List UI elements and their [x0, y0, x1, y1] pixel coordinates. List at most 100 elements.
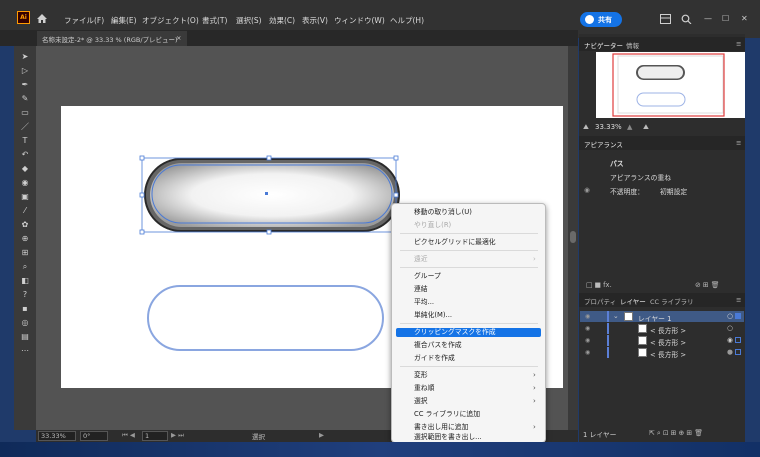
- share-button[interactable]: 共有: [580, 12, 622, 27]
- menu-select[interactable]: 選択(S): [236, 15, 262, 26]
- tab-navigator[interactable]: ナビゲーター: [584, 40, 623, 50]
- status-menu-arrow-icon[interactable]: ▶: [319, 431, 324, 439]
- target-circle-icon[interactable]: ○: [727, 324, 733, 332]
- menu-view[interactable]: 表示(V): [302, 15, 328, 26]
- minimize-button[interactable]: —: [704, 14, 712, 23]
- menu-item-export-selection[interactable]: 選択範囲を書き出し...: [414, 433, 482, 442]
- layer-name[interactable]: < 長方形 >: [650, 337, 686, 347]
- rotation-field[interactable]: 0°: [80, 431, 108, 441]
- visibility-eye-icon[interactable]: ◉: [585, 349, 590, 356]
- visibility-eye-icon[interactable]: ◉: [585, 313, 590, 320]
- menu-item-simplify[interactable]: 単純化(M)...: [414, 311, 452, 320]
- appearance-footer-right-icons[interactable]: ⊘ ⊞ 🗑: [695, 281, 740, 289]
- home-icon[interactable]: [36, 13, 48, 24]
- navigator-view-box[interactable]: [612, 53, 725, 117]
- opacity-visibility-eye-icon[interactable]: ◉: [584, 186, 594, 194]
- fill-stroke-icon[interactable]: ◧: [20, 276, 30, 286]
- target-circle-icon[interactable]: ●: [727, 348, 733, 356]
- menu-edit[interactable]: 編集(E): [111, 15, 137, 26]
- menu-item-transform[interactable]: 変形: [414, 371, 428, 380]
- maximize-button[interactable]: ☐: [722, 14, 729, 23]
- tab-cc-libraries[interactable]: CC ライブラリ: [650, 296, 694, 306]
- tab-appearance[interactable]: アピアランス: [584, 139, 623, 149]
- layer-row[interactable]: ◉ < 長方形 > ●: [580, 347, 744, 359]
- layer-name[interactable]: < 長方形 >: [650, 349, 686, 359]
- pen-tool-icon[interactable]: ✒: [20, 80, 30, 90]
- layer-row[interactable]: ◉ < 長方形 > ○: [580, 323, 744, 335]
- menu-item-make-clipping-mask[interactable]: クリッピングマスクを作成: [414, 328, 496, 337]
- menu-item-join[interactable]: 連結: [414, 285, 428, 294]
- menu-item-arrange[interactable]: 重ね順: [414, 384, 434, 393]
- symbol-sprayer-tool-icon[interactable]: ✿: [20, 220, 30, 230]
- menu-file[interactable]: ファイル(F): [64, 15, 104, 26]
- shape-builder-tool-icon[interactable]: ⊕: [20, 234, 30, 244]
- selection-tool-icon[interactable]: ➤: [20, 52, 30, 62]
- type-tool-icon[interactable]: T: [20, 136, 30, 146]
- warp-tool-icon[interactable]: ◉: [20, 178, 30, 188]
- arrange-documents-icon[interactable]: [660, 14, 671, 24]
- selection-square-icon[interactable]: [735, 349, 741, 355]
- visibility-eye-icon[interactable]: ◉: [585, 337, 590, 344]
- close-window-button[interactable]: ✕: [741, 14, 748, 23]
- artboard-number-field[interactable]: 1: [142, 431, 168, 441]
- draw-mode-icon[interactable]: ◎: [20, 318, 30, 328]
- selection-square-icon[interactable]: [735, 337, 741, 343]
- target-circle-icon[interactable]: ◉: [727, 336, 733, 344]
- panel-menu-icon[interactable]: ≡: [736, 40, 741, 48]
- artboard-nav-arrows-icon[interactable]: ⏮ ◀: [122, 431, 135, 440]
- menu-item-make-compound-path[interactable]: 複合パスを作成: [414, 341, 462, 350]
- navigator-zoom-value[interactable]: 33.33%: [595, 123, 622, 131]
- tab-properties[interactable]: プロパティ: [584, 296, 616, 306]
- menu-item-group[interactable]: グループ: [414, 272, 441, 281]
- menu-help[interactable]: ヘルプ(H): [390, 15, 424, 26]
- paintbrush-tool-icon[interactable]: ／: [20, 122, 30, 132]
- expand-chevron-icon[interactable]: ⌄: [613, 312, 619, 320]
- menu-item-select[interactable]: 選択: [414, 397, 428, 406]
- opacity-label[interactable]: 不透明度：: [610, 186, 650, 196]
- document-tab-close-button[interactable]: ×: [176, 34, 181, 42]
- menu-window[interactable]: ウィンドウ(W): [334, 15, 385, 26]
- gradient-tool-icon[interactable]: ▣: [20, 192, 30, 202]
- target-circle-icon[interactable]: ○: [727, 312, 733, 320]
- menu-object[interactable]: オブジェクト(O): [142, 15, 199, 26]
- menu-item-average[interactable]: 平均...: [414, 298, 434, 307]
- pill-outline-shape[interactable]: [147, 285, 384, 351]
- pill-gradient-shape[interactable]: [150, 163, 394, 227]
- menu-item-make-guides[interactable]: ガイドを作成: [414, 354, 455, 363]
- layer-row[interactable]: ◉ < 長方形 > ◉: [580, 335, 744, 347]
- artboard-tool-icon[interactable]: ⊞: [20, 248, 30, 258]
- eraser-tool-icon[interactable]: ◆: [20, 164, 30, 174]
- zoom-out-icon[interactable]: ⛰: [583, 123, 589, 132]
- appearance-menu-icon[interactable]: ≡: [736, 139, 741, 147]
- zoom-level-field[interactable]: 33.33%: [38, 431, 76, 441]
- eyedropper-tool-icon[interactable]: ⁄: [20, 206, 30, 216]
- more-tools-icon[interactable]: ⋯: [20, 346, 30, 356]
- navigator-preview[interactable]: [596, 52, 745, 118]
- menu-item-add-to-cc-library[interactable]: CC ライブラリに追加: [414, 410, 480, 419]
- zoom-in-icon[interactable]: ⛰: [643, 123, 649, 132]
- zoom-tool-icon[interactable]: ⌕: [20, 262, 30, 272]
- layer-name[interactable]: レイヤー 1: [638, 313, 671, 323]
- layers-footer-icons[interactable]: ⇱ ⌕ ⊡ ⊞ ⊕ ⊞ 🗑: [649, 429, 703, 438]
- menu-item-undo-move[interactable]: 移動の取り消し(U): [414, 208, 472, 217]
- layer-name[interactable]: < 長方形 >: [650, 325, 686, 335]
- tab-info[interactable]: 情報: [626, 40, 639, 50]
- rotate-tool-icon[interactable]: ↶: [20, 150, 30, 160]
- curvature-tool-icon[interactable]: ✎: [20, 94, 30, 104]
- color-mode-icon[interactable]: ▪: [20, 304, 30, 314]
- layers-menu-icon[interactable]: ≡: [736, 296, 741, 304]
- menu-type[interactable]: 書式(T): [202, 15, 227, 26]
- rectangle-tool-icon[interactable]: ▭: [20, 108, 30, 118]
- help-icon[interactable]: ?: [20, 290, 30, 300]
- menu-item-collect-for-export[interactable]: 書き出し用に追加: [414, 423, 468, 432]
- selection-square-icon[interactable]: [735, 313, 741, 319]
- direct-selection-tool-icon[interactable]: ▷: [20, 66, 30, 76]
- layer-row[interactable]: ◉ ⌄ レイヤー 1 ○: [580, 311, 744, 323]
- search-icon[interactable]: [681, 14, 692, 24]
- visibility-eye-icon[interactable]: ◉: [585, 325, 590, 332]
- tab-layers[interactable]: レイヤー: [620, 296, 646, 306]
- zoom-slider-small-icon[interactable]: ▲: [627, 123, 632, 131]
- vertical-scrollbar-thumb[interactable]: [570, 231, 576, 243]
- artboard-nav-next-icon[interactable]: ▶ ⏭: [171, 431, 184, 440]
- menu-effect[interactable]: 効果(C): [269, 15, 295, 26]
